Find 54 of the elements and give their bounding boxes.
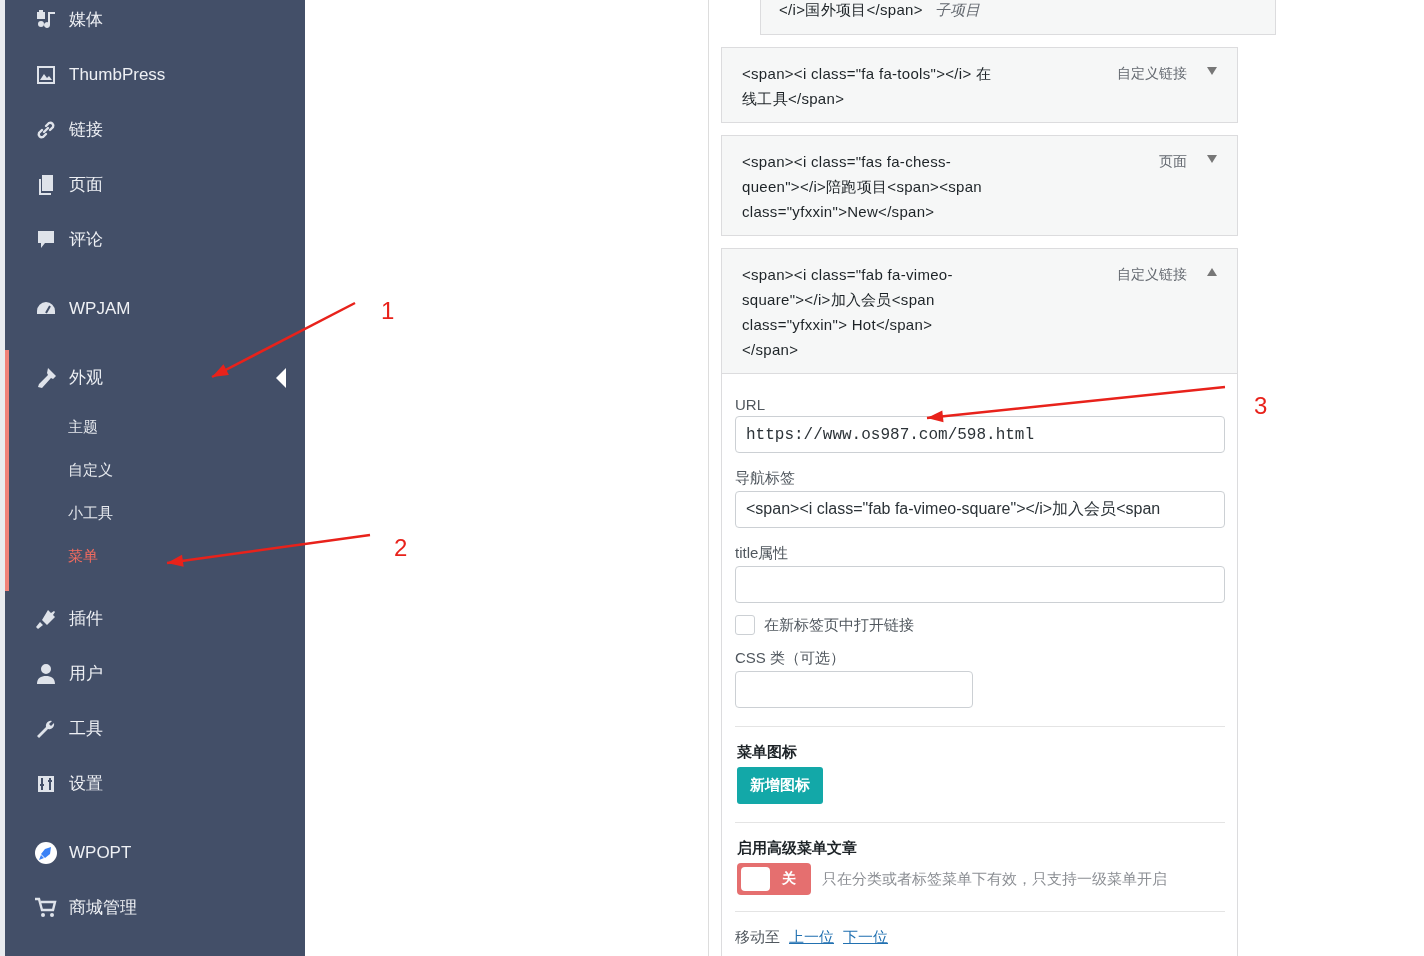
checkbox-label: 在新标签页中打开链接 (764, 615, 914, 635)
menu-item-bar[interactable]: <span><i class="fas fa-chess-queen"></i>陪跑项目<span><span class="yfxxin">New</span> 页面 (721, 135, 1238, 236)
section-heading: 菜单图标 (737, 743, 797, 762)
expand-arrow-icon[interactable] (1207, 155, 1217, 163)
hint-text: 只在分类或者标签菜单下有效，只支持一级菜单开启 (822, 869, 1167, 889)
sidebar-item[interactable]: 商城管理 (5, 880, 305, 935)
menu-item-type: 页面 (1159, 152, 1187, 171)
sidebar-item[interactable]: 用户 (5, 646, 305, 701)
user-icon (34, 661, 58, 686)
submenu-item[interactable]: 主题 (9, 405, 98, 448)
field-label: title属性 (735, 544, 789, 563)
checkbox[interactable] (735, 615, 755, 635)
submenu-item[interactable]: 小工具 (9, 491, 113, 534)
sidebar-item[interactable]: 工具 (5, 701, 305, 756)
field-label: 导航标签 (735, 469, 795, 488)
field-label: URL (735, 396, 765, 413)
move-link[interactable]: 上一位 (789, 928, 834, 947)
sidebar-item[interactable]: WPOPT (5, 825, 305, 880)
menu-item-bar[interactable]: <span><i class="fab fa-vimeo-square"></i>加入会员<span class="yfxxin"> Hot</span> </span> 自定义链接 (721, 248, 1238, 373)
rocket-icon (34, 840, 58, 865)
menu-item-sublabel: 子项目 (934, 0, 980, 20)
sidebar-item[interactable]: WPJAM (5, 281, 305, 336)
current-pointer-icon (276, 367, 286, 388)
title-attribute-field[interactable] (735, 566, 1225, 603)
sidebar-item[interactable]: 评论 (5, 212, 305, 267)
annotation-number: 1 (381, 296, 395, 326)
sidebar-item[interactable]: 设置 (5, 756, 305, 811)
menu-item-type: 自定义链接 (1117, 64, 1187, 83)
cart-icon (34, 895, 58, 920)
annotation-number: 3 (1254, 391, 1268, 421)
expand-arrow-icon[interactable] (1207, 67, 1217, 75)
sidebar-item[interactable]: 链接 (5, 102, 305, 157)
menu-item-title: <span><i class="fab fa-vimeo-square"></i>加入会员<span class="yfxxin"> Hot</span> </span> (742, 265, 954, 360)
menu-item-title: </i>国外项目</span> (779, 0, 923, 20)
navigation-label-field[interactable]: <span><i class="fab fa-vimeo-square"></i>加入会员<span (735, 491, 1225, 528)
menu-item-type: 自定义链接 (1117, 265, 1187, 284)
section-heading: 启用高级菜单文章 (737, 839, 857, 858)
menu-item-bar[interactable]: </i>国外项目</span> 子项目 (760, 0, 1276, 35)
sidebar-item[interactable]: 媒体 (5, 0, 305, 47)
menu-item-title: <span><i class="fas fa-chess-queen"></i>陪跑项目<span><span class="yfxxin">New</span> (742, 152, 983, 222)
collapse-arrow-icon[interactable] (1207, 268, 1217, 276)
move-label: 移动至 (735, 928, 780, 947)
css-class-field[interactable] (735, 671, 973, 708)
annotation-number: 2 (394, 533, 408, 563)
move-link[interactable]: 下一位 (843, 928, 888, 947)
submenu-item[interactable]: 自定义 (9, 448, 113, 491)
field-label: CSS 类（可选） (735, 649, 845, 668)
menu-item-bar[interactable]: <span><i class="fa fa-tools"></i> 在线工具</span> 自定义链接 (721, 47, 1238, 123)
menu-item-title: <span><i class="fa fa-tools"></i> 在线工具</span> (742, 64, 992, 109)
sidebar-item[interactable]: 外观 (9, 350, 305, 405)
url-field[interactable]: https://www.os987.com/598.html (735, 416, 1225, 453)
sidebar-item[interactable]: ThumbPress (5, 47, 305, 102)
sidebar-item[interactable]: 页面 (5, 157, 305, 212)
sidebar-item[interactable]: 插件 (5, 591, 305, 646)
